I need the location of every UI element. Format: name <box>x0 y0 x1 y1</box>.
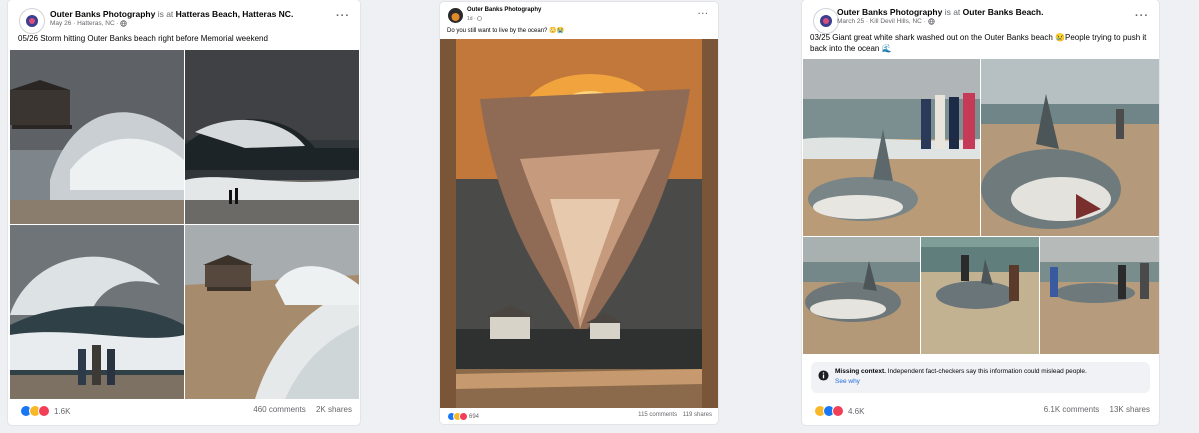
more-options-button[interactable]: ··· <box>336 10 350 22</box>
page-name-link[interactable]: Outer Banks Photography <box>837 7 942 17</box>
shares-count[interactable]: 13K shares <box>1110 405 1150 414</box>
post-image[interactable] <box>185 50 359 224</box>
post-meta: May 26 · Hatteras, NC · <box>50 20 128 27</box>
reaction-count: 4.6K <box>848 406 865 416</box>
comments-count[interactable]: 460 comments <box>253 405 305 414</box>
love-reaction-icon <box>459 412 468 421</box>
post-meta: 1d · <box>467 16 482 22</box>
logo-icon <box>26 15 38 27</box>
love-reaction-icon <box>832 405 844 417</box>
engagement-stats: 460 comments 2K shares <box>245 405 352 414</box>
engagement-stats: 115 comments 119 shares <box>630 412 712 418</box>
shares-count[interactable]: 119 shares <box>683 412 712 418</box>
post-caption: Do you still want to live by the ocean? … <box>447 28 564 34</box>
post-card: Outer Banks Photography 1d · ··· Do you … <box>440 2 718 424</box>
reaction-count: 1.6K <box>54 406 71 416</box>
more-options-button[interactable]: ··· <box>698 9 709 18</box>
notice-text: Independent fact-checkers say this infor… <box>887 368 1087 375</box>
more-options-button[interactable]: ··· <box>1135 10 1149 22</box>
post-caption: 03/25 Giant great white shark washed out… <box>810 33 1147 53</box>
love-reaction-icon <box>38 405 50 417</box>
post-caption: 05/26 Storm hitting Outer Banks beach ri… <box>18 34 268 43</box>
comments-count[interactable]: 115 comments <box>638 412 677 418</box>
post-author-line: Outer Banks Photography is at Hatteras B… <box>50 9 293 19</box>
location-link[interactable]: Hatteras Beach, Hatteras NC. <box>176 9 294 19</box>
logo-icon <box>820 15 832 27</box>
reaction-count: 694 <box>469 413 480 420</box>
post-image[interactable] <box>10 50 184 224</box>
post-author-line: Outer Banks Photography is at Outer Bank… <box>837 7 1043 17</box>
globe-icon <box>477 16 482 21</box>
page-name-link[interactable]: Outer Banks Photography <box>467 7 541 13</box>
page-name-link[interactable]: Outer Banks Photography <box>50 9 155 19</box>
comments-count[interactable]: 6.1K comments <box>1044 405 1100 414</box>
logo-icon <box>451 13 460 21</box>
post-card: Outer Banks Photography is at Outer Bank… <box>802 0 1159 425</box>
post-image[interactable] <box>440 39 718 408</box>
engagement-stats: 6.1K comments 13K shares <box>1036 405 1150 414</box>
info-icon <box>818 370 829 381</box>
post-date[interactable]: 1d · <box>467 16 476 22</box>
see-why-link[interactable]: See why <box>835 378 860 385</box>
post-card: Outer Banks Photography is at Hatteras B… <box>8 0 360 425</box>
post-date[interactable]: May 26 · Hatteras, NC · <box>50 20 119 27</box>
globe-icon <box>927 18 935 25</box>
page-avatar[interactable] <box>448 8 463 23</box>
post-image[interactable] <box>1040 237 1159 354</box>
post-date[interactable]: March 25 · Kill Devil Hills, NC · <box>837 18 926 25</box>
reactions-summary[interactable]: 1.6K <box>20 405 70 417</box>
is-at-text: is at <box>944 7 961 17</box>
page-avatar[interactable] <box>19 8 45 34</box>
reactions-summary[interactable]: 694 <box>447 412 479 421</box>
location-link[interactable]: Outer Banks Beach. <box>963 7 1044 17</box>
post-image[interactable] <box>921 237 1039 354</box>
is-at-text: is at <box>157 9 174 19</box>
globe-icon <box>120 20 128 27</box>
post-image[interactable] <box>10 225 184 399</box>
fact-check-notice: Missing context. Independent fact-checke… <box>811 362 1150 393</box>
reactions-summary[interactable]: 4.6K <box>814 405 864 417</box>
post-image[interactable] <box>981 59 1159 236</box>
notice-title: Missing context. <box>835 368 886 375</box>
shares-count[interactable]: 2K shares <box>316 405 352 414</box>
post-meta: March 25 · Kill Devil Hills, NC · <box>837 18 935 25</box>
page-avatar[interactable] <box>813 8 839 34</box>
post-image[interactable] <box>803 237 920 354</box>
post-image[interactable] <box>185 225 359 399</box>
post-image[interactable] <box>803 59 980 236</box>
